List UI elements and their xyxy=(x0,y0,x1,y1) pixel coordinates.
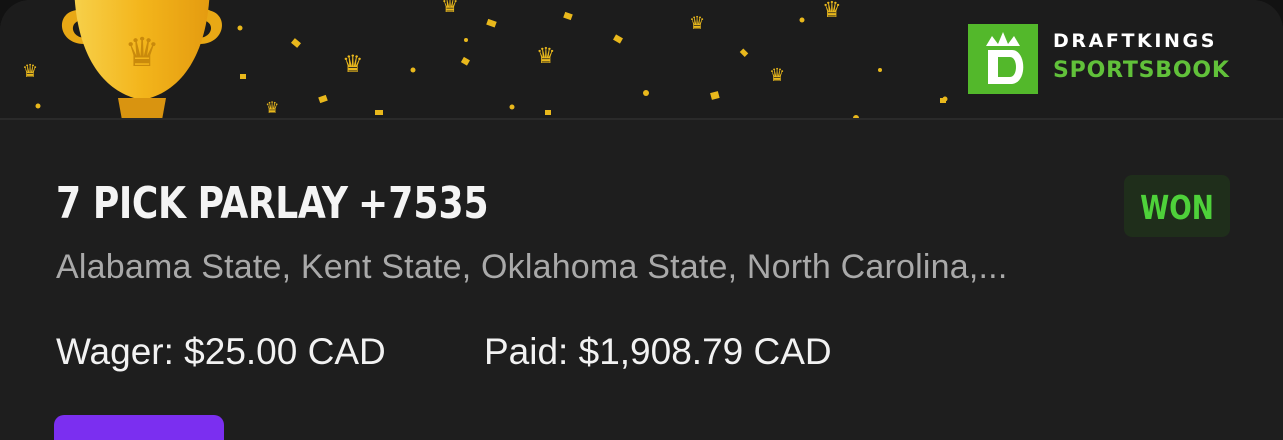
brand-product: SPORTSBOOK xyxy=(1053,58,1230,83)
wager-value: $25.00 CAD xyxy=(184,331,386,372)
svg-text:♛: ♛ xyxy=(822,0,842,23)
svg-text:♛: ♛ xyxy=(265,98,279,117)
status-text: WON xyxy=(1140,188,1214,227)
celebration-banner: ♛ ♛ ♛ ♛ ♛ ♛ ♛ ♛ ♛ ♛ xyxy=(0,0,1283,118)
divider xyxy=(0,118,1283,120)
bet-odds: +7535 xyxy=(358,178,489,229)
wager-amount: Wager: $25.00 CAD xyxy=(56,331,386,373)
draftkings-logo: DRAFTKINGS SPORTSBOOK xyxy=(968,24,1238,94)
paid-label: Paid: xyxy=(484,331,569,372)
bet-card: ♛ ♛ ♛ ♛ ♛ ♛ ♛ ♛ ♛ ♛ xyxy=(0,0,1283,440)
svg-text:♛: ♛ xyxy=(22,61,38,82)
svg-text:♛: ♛ xyxy=(769,65,785,86)
svg-text:♛: ♛ xyxy=(342,50,364,78)
status-badge: WON xyxy=(1124,175,1230,237)
svg-text:♛: ♛ xyxy=(689,13,705,34)
draftkings-logo-icon xyxy=(968,24,1038,94)
wager-label: Wager: xyxy=(56,331,174,372)
trophy-icon: ♛ xyxy=(61,0,223,118)
bet-title: 7 PICK PARLAY xyxy=(56,178,348,229)
paid-value: $1,908.79 CAD xyxy=(578,331,832,372)
paid-amount: Paid: $1,908.79 CAD xyxy=(484,331,832,373)
svg-text:♛: ♛ xyxy=(441,0,459,17)
svg-text:♛: ♛ xyxy=(536,44,556,69)
action-button[interactable] xyxy=(54,415,224,440)
brand-name: DRAFTKINGS xyxy=(1053,30,1218,52)
svg-text:♛: ♛ xyxy=(124,30,160,76)
bet-legs-summary: Alabama State, Kent State, Oklahoma Stat… xyxy=(56,248,1008,286)
